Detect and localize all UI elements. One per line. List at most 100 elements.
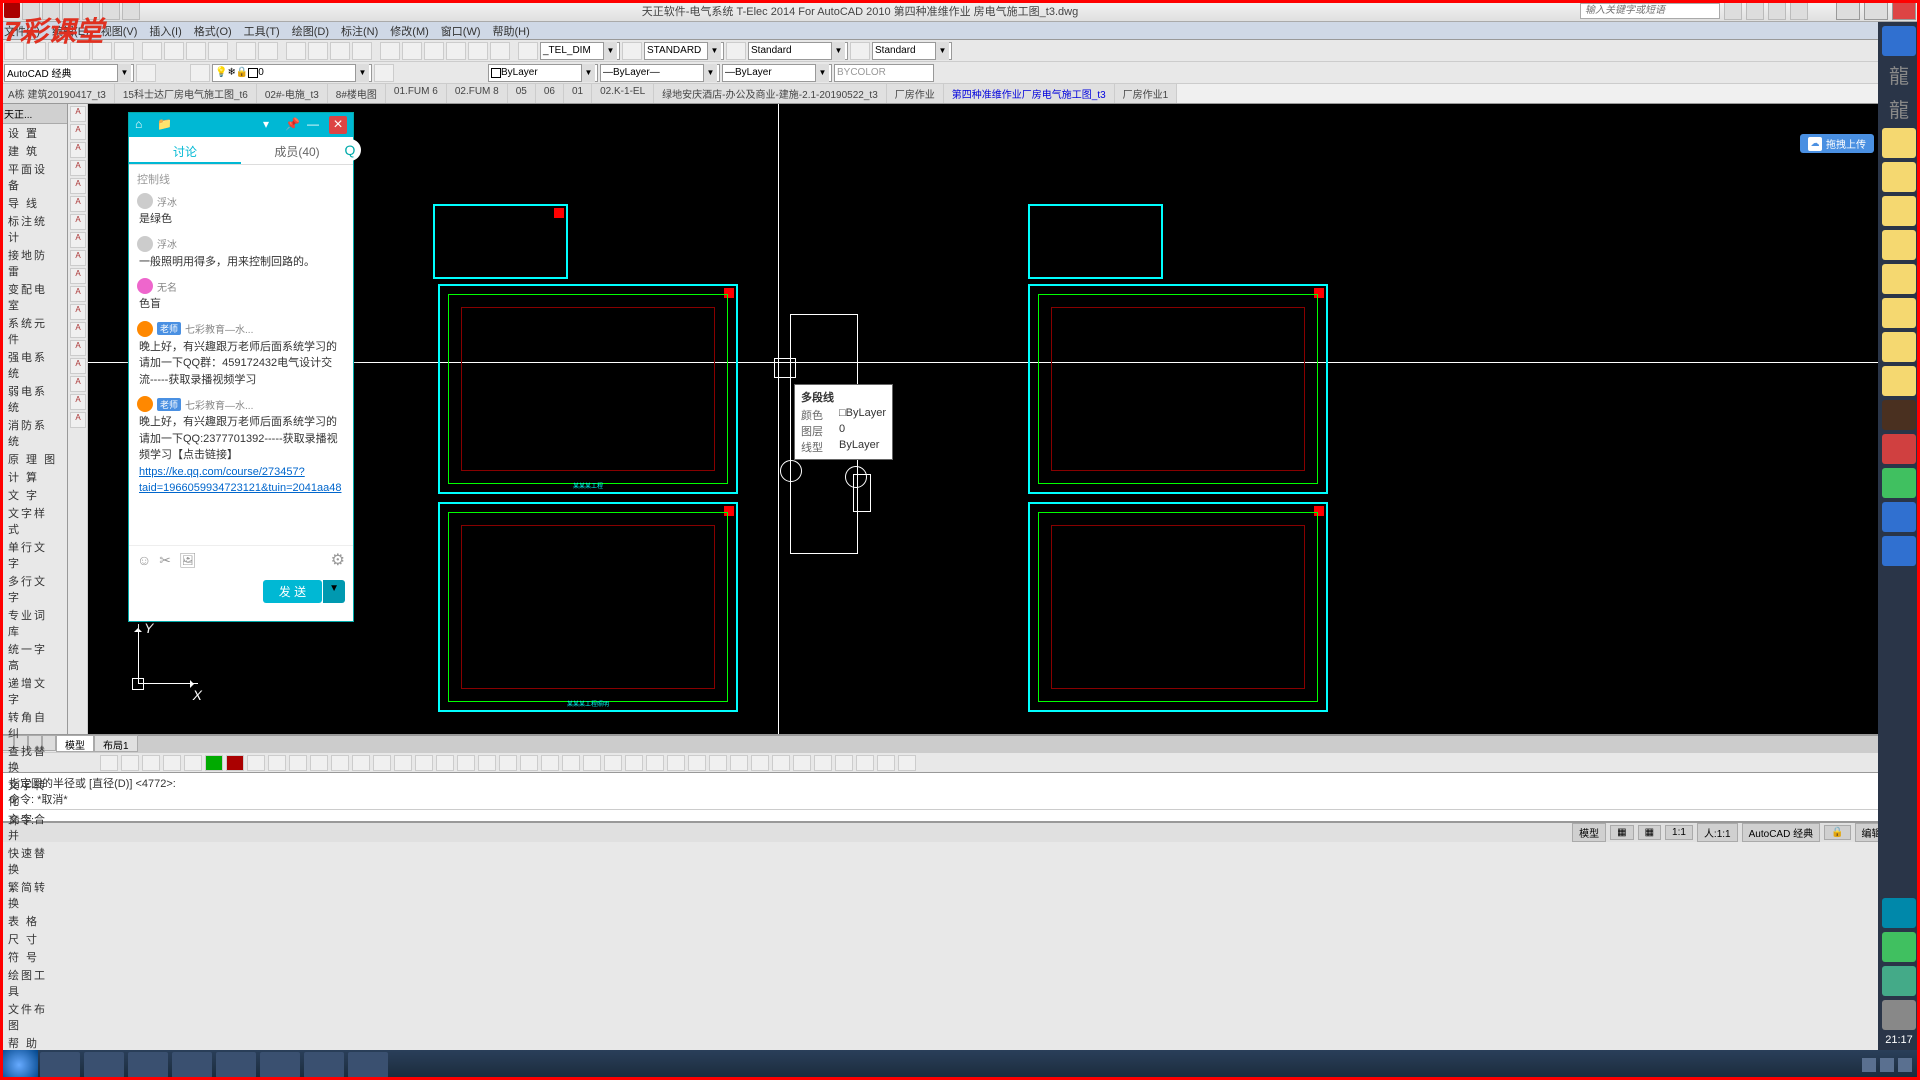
menu-dim[interactable]: 标注(N)	[341, 23, 378, 39]
send-button[interactable]: 发 送	[263, 580, 322, 603]
command-line[interactable]: 指定圆的半径或 [直径(D)] <4772>: 命令: *取消* 命令:	[2, 772, 1918, 822]
lp-a3[interactable]: A	[70, 142, 86, 158]
doc-tab[interactable]: 绿地安庆酒店-办公及商业-建施-2.1-20190522_t3	[654, 84, 887, 103]
taskbar-item[interactable]	[348, 1052, 388, 1078]
palette-item[interactable]: 平面设备	[0, 160, 67, 194]
palette-item[interactable]: 查找替换	[0, 742, 67, 776]
bt-btn[interactable]	[730, 755, 748, 771]
system-tray[interactable]	[1862, 1058, 1920, 1072]
palette-item[interactable]: 接地防雷	[0, 246, 67, 280]
menu-help[interactable]: 帮助(H)	[493, 23, 530, 39]
bt-btn[interactable]	[247, 755, 265, 771]
sb-snap[interactable]: ▦	[1638, 825, 1661, 840]
lineweight-combo[interactable]: — ByLayer▼	[722, 64, 832, 82]
bt-btn[interactable]	[751, 755, 769, 771]
bt-btn[interactable]	[772, 755, 790, 771]
lp-a14[interactable]: A	[70, 340, 86, 356]
tb-match[interactable]	[208, 42, 228, 60]
palette-item[interactable]: 专业词库	[0, 606, 67, 640]
lp-a17[interactable]: A	[70, 394, 86, 410]
doc-tab[interactable]: A栋 建筑20190417_t3	[0, 84, 115, 103]
scissors-icon[interactable]: ✂	[159, 552, 171, 569]
menu-modify[interactable]: 修改(M)	[390, 23, 429, 39]
palette-item[interactable]: 繁简转换	[0, 878, 67, 912]
palette-item[interactable]: 快速替换	[0, 844, 67, 878]
palette-item[interactable]: 变配电室	[0, 280, 67, 314]
lp-a10[interactable]: A	[70, 268, 86, 284]
dim-style-combo[interactable]: _TEL_DIM▼	[540, 42, 620, 60]
doc-tab[interactable]: 06	[536, 84, 564, 103]
palette-item[interactable]: 强电系统	[0, 348, 67, 382]
palette-item[interactable]: 文字合并	[0, 810, 67, 844]
lp-a2[interactable]: A	[70, 124, 86, 140]
gadget-wechat[interactable]	[1882, 468, 1916, 498]
star-icon[interactable]	[1746, 2, 1764, 20]
bt-btn[interactable]	[898, 755, 916, 771]
tb-dc[interactable]	[402, 42, 422, 60]
chat-dropdown-icon[interactable]: ▾	[263, 117, 279, 133]
gadget[interactable]	[1882, 536, 1916, 566]
palette-item[interactable]: 系统元件	[0, 314, 67, 348]
doc-tab-active[interactable]: 第四种准维作业厂房电气施工图_t3	[944, 84, 1115, 103]
menu-window[interactable]: 窗口(W)	[441, 23, 481, 39]
bt-btn[interactable]	[583, 755, 601, 771]
tb-copy[interactable]	[164, 42, 184, 60]
tray-icon[interactable]	[1898, 1058, 1912, 1072]
workspace-combo[interactable]: AutoCAD 经典▼	[4, 64, 134, 82]
lp-a15[interactable]: A	[70, 358, 86, 374]
bt-btn[interactable]	[352, 755, 370, 771]
qat-redo[interactable]	[102, 2, 120, 20]
gadget-folder[interactable]	[1882, 196, 1916, 226]
palette-item[interactable]: 转角自纠	[0, 708, 67, 742]
bt-btn[interactable]	[457, 755, 475, 771]
palette-item[interactable]: 绘图工具	[0, 966, 67, 1000]
tb-dimstyle-icon[interactable]	[518, 42, 538, 60]
doc-tab[interactable]: 8#楼电图	[328, 84, 386, 103]
palette-item[interactable]: 消防系统	[0, 416, 67, 450]
tb-zoom-prev[interactable]	[352, 42, 372, 60]
lp-a11[interactable]: A	[70, 286, 86, 302]
bt-btn[interactable]	[163, 755, 181, 771]
text-style-combo[interactable]: STANDARD▼	[644, 42, 724, 60]
bt-btn[interactable]	[415, 755, 433, 771]
tb-publish[interactable]	[114, 42, 134, 60]
chat-tab-members[interactable]: 成员(40)	[241, 137, 353, 164]
tb-textstyle-icon[interactable]	[622, 42, 642, 60]
palette-item[interactable]: 尺 寸	[0, 930, 67, 948]
chat-titlebar[interactable]: ⌂ 📁 ▾ 📌 — ×	[129, 113, 353, 137]
tb-mlstyle-icon[interactable]	[850, 42, 870, 60]
gadget[interactable]	[1882, 898, 1916, 928]
palette-item[interactable]: 计 算	[0, 468, 67, 486]
doc-tab[interactable]: 02.K-1-EL	[592, 84, 654, 103]
minimize-button[interactable]	[1836, 2, 1860, 20]
gadget-folder[interactable]	[1882, 264, 1916, 294]
lp-a9[interactable]: A	[70, 250, 86, 266]
lp-a13[interactable]: A	[70, 322, 86, 338]
sb-lock[interactable]: 🔒	[1824, 825, 1850, 840]
bt-btn[interactable]	[835, 755, 853, 771]
chat-close[interactable]: ×	[329, 116, 347, 134]
gadget[interactable]	[1882, 1000, 1916, 1030]
tb-tool-pal[interactable]	[424, 42, 444, 60]
bt-btn[interactable]	[289, 755, 307, 771]
taskbar-item[interactable]	[40, 1052, 80, 1078]
lp-a7[interactable]: A	[70, 214, 86, 230]
palette-item[interactable]: 符 号	[0, 948, 67, 966]
lp-a1[interactable]: A	[70, 106, 86, 122]
gadget[interactable]	[1882, 966, 1916, 996]
taskbar-item[interactable]	[84, 1052, 124, 1078]
gadget-folder[interactable]	[1882, 366, 1916, 396]
gadget[interactable]	[1882, 434, 1916, 464]
doc-tab[interactable]: 02#-电施_t3	[257, 84, 328, 103]
bt-btn[interactable]	[121, 755, 139, 771]
table-style-combo[interactable]: Standard▼	[748, 42, 848, 60]
doc-tab[interactable]: 厂房作业1	[1115, 84, 1178, 103]
palette-item[interactable]: 标注统计	[0, 212, 67, 246]
gadget-char[interactable]: 龍	[1882, 94, 1916, 124]
lp-a18[interactable]: A	[70, 412, 86, 428]
close-button[interactable]	[1892, 2, 1916, 20]
sb-ws[interactable]: AutoCAD 经典	[1742, 823, 1820, 842]
taskbar-item[interactable]	[172, 1052, 212, 1078]
emoji-icon[interactable]: ☺	[137, 552, 151, 568]
lp-a4[interactable]: A	[70, 160, 86, 176]
